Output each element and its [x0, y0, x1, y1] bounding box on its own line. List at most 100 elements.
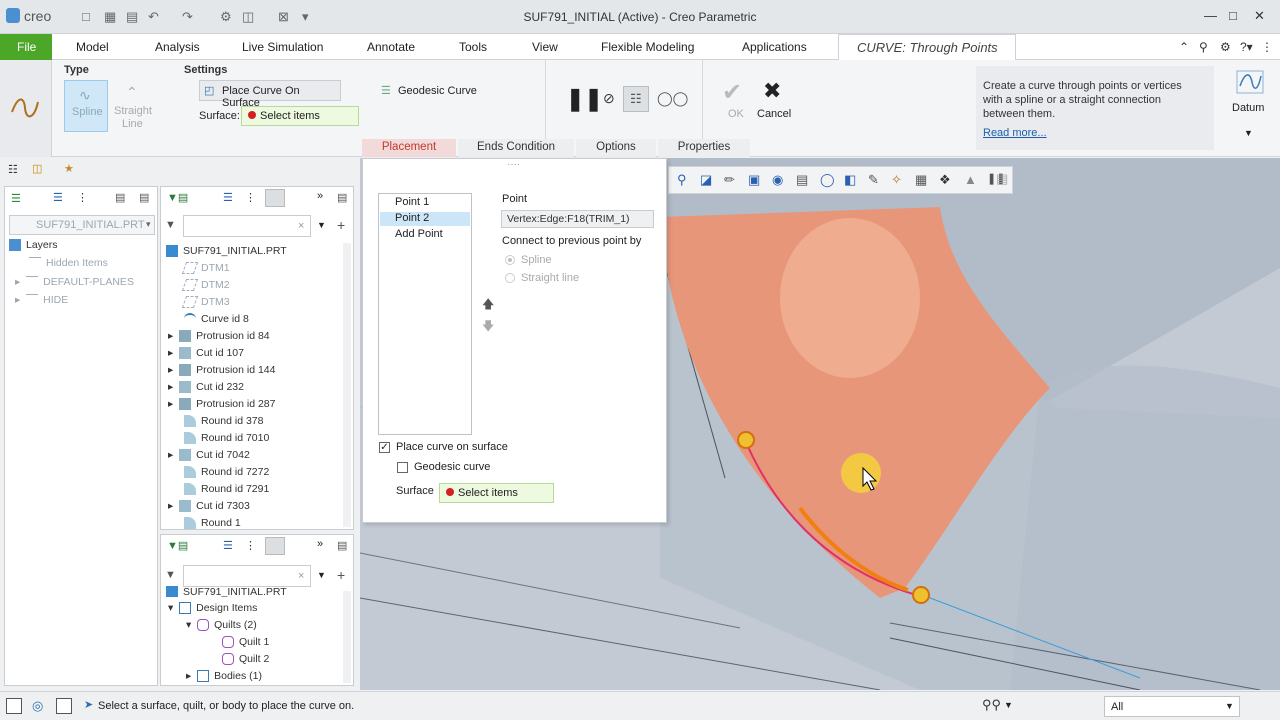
tree-item-dtm1[interactable]: DTM1 — [181, 262, 230, 275]
tab-flexible-modeling[interactable]: Flexible Modeling — [601, 40, 694, 54]
settings-icon[interactable]: ⚙ — [1220, 40, 1231, 54]
tree-filter-button[interactable] — [265, 537, 285, 555]
place-on-surface-checkbox[interactable]: ✓ Place curve on surface — [379, 441, 508, 453]
geodesic-checkbox[interactable]: Geodesic curve — [397, 461, 490, 473]
perspective-icon[interactable]: ◧ — [844, 172, 856, 188]
layer-item[interactable]: Hidden Items — [29, 257, 108, 269]
tree-root[interactable]: SUF791_INITIAL.PRT — [166, 245, 287, 258]
filter-icon[interactable]: ▼ — [165, 219, 176, 231]
favorites-tab-icon[interactable]: ★ — [64, 162, 74, 175]
maximize-icon[interactable]: □ — [1229, 8, 1237, 23]
point-1-handle[interactable] — [737, 431, 755, 449]
clear-icon[interactable]: × — [298, 220, 304, 232]
settings-icon[interactable]: ⋮ — [245, 539, 256, 552]
no-preview-icon[interactable]: ⊘ — [603, 90, 615, 107]
tree-filter-button[interactable] — [265, 189, 285, 207]
tab-curve-through-points[interactable]: CURVE: Through Points — [838, 34, 1016, 60]
search-dropdown-icon[interactable]: ▼ — [317, 220, 326, 230]
surface-collector[interactable]: Select items — [439, 483, 554, 503]
tree-item-cut[interactable]: ▸ Cut id 7042 — [168, 449, 250, 462]
section-icon[interactable]: ✎ — [868, 172, 879, 188]
filter-icon[interactable]: ▼ — [165, 569, 176, 581]
verification-preview-button[interactable]: ☷ — [623, 86, 649, 112]
show-navigator-icon[interactable] — [6, 698, 22, 714]
display-style-icon[interactable]: ◯ — [820, 172, 835, 188]
model-tree-tab-icon[interactable]: ☷ — [8, 163, 18, 176]
repaint-icon[interactable]: ▤ — [996, 171, 1008, 187]
help-icon[interactable]: ?▾ — [1240, 40, 1253, 54]
clear-icon[interactable]: × — [298, 570, 304, 582]
point-2-handle[interactable] — [912, 586, 930, 604]
browser-icon[interactable]: ◎ — [32, 698, 43, 714]
tree-item-cut[interactable]: ▸ Cut id 107 — [168, 347, 244, 360]
tree-item-protrusion[interactable]: ▸ Protrusion id 287 — [168, 398, 276, 411]
layer-properties-icon[interactable]: ▤ — [115, 191, 125, 204]
add-icon[interactable]: + — [337, 217, 345, 233]
show-icon[interactable]: ☰ — [53, 191, 63, 204]
orientation-icon[interactable]: ▣ — [748, 172, 760, 188]
geodesic-curve-button[interactable]: ☰ Geodesic Curve — [378, 82, 478, 102]
place-curve-on-surface-button[interactable]: ◰ Place Curve On Surface — [199, 80, 341, 109]
cancel-x-icon[interactable]: ✖ — [763, 78, 781, 104]
layer-item[interactable]: ▸ HIDE — [15, 294, 68, 306]
add-icon[interactable]: + — [337, 567, 345, 583]
tree-item-round[interactable]: Round 1 — [184, 517, 241, 530]
tab-live-simulation[interactable]: Live Simulation — [242, 40, 323, 54]
quilt-item[interactable]: Quilt 1 — [222, 636, 269, 649]
layer-item[interactable]: ▸ DEFAULT-PLANES — [15, 276, 134, 288]
fullscreen-icon[interactable] — [56, 698, 72, 714]
tree-item-round[interactable]: Round id 7010 — [184, 432, 269, 445]
tab-properties[interactable]: Properties — [658, 139, 750, 157]
options-icon[interactable]: ⋮ — [1261, 40, 1273, 54]
tab-model[interactable]: Model — [76, 40, 109, 54]
quilts-node[interactable]: ▾ Quilts (2) — [186, 619, 257, 632]
panel-grip-icon[interactable]: ···· — [507, 159, 520, 170]
page-icon[interactable]: ▤ — [337, 539, 347, 552]
layers-root[interactable]: Layers — [9, 239, 58, 252]
detail-search-input[interactable]: × — [183, 565, 311, 587]
tab-annotate[interactable]: Annotate — [367, 40, 415, 54]
folder-browser-tab-icon[interactable]: ◫ — [32, 162, 42, 175]
tree-item-cut[interactable]: ▸ Cut id 232 — [168, 381, 244, 394]
tab-options[interactable]: Options — [576, 139, 656, 157]
tree-scrollbar[interactable] — [343, 243, 351, 527]
expand-icon[interactable]: » — [317, 190, 323, 202]
tab-analysis[interactable]: Analysis — [155, 40, 200, 54]
search-icon[interactable]: ⚲ — [1199, 40, 1208, 54]
zoom-in-icon[interactable]: ⚲ — [677, 172, 687, 188]
show-icon[interactable]: ☰ — [223, 539, 233, 552]
tree-item-dtm2[interactable]: DTM2 — [181, 279, 230, 292]
detail-scrollbar[interactable] — [343, 591, 351, 683]
tree-item-cut[interactable]: ▸ Cut id 7303 — [168, 500, 250, 513]
pause-icon[interactable]: ❚❚ — [566, 86, 603, 112]
ok-button-label[interactable]: OK — [728, 108, 744, 120]
tree-item-dtm3[interactable]: DTM3 — [181, 296, 230, 309]
point-2-item[interactable]: Point 2 — [380, 212, 470, 226]
point-reference-field[interactable]: Vertex:Edge:F18(TRIM_1) — [501, 210, 654, 228]
tree-columns-icon[interactable]: ▼▤ — [167, 191, 188, 204]
settings-icon[interactable]: ⋮ — [245, 191, 256, 204]
tab-tools[interactable]: Tools — [459, 40, 487, 54]
bodies-node[interactable]: ▸ Bodies (1) — [186, 670, 262, 683]
spline-button[interactable]: ∿ Spline — [64, 80, 108, 132]
tree-item-round[interactable]: Round id 7291 — [184, 483, 269, 496]
file-menu-button[interactable]: File — [0, 34, 52, 60]
straight-line-radio[interactable]: Straight line — [505, 272, 579, 284]
datum-button[interactable]: Datum ▼ — [1224, 64, 1276, 144]
minimize-icon[interactable]: — — [1204, 8, 1217, 23]
close-icon[interactable]: ✕ — [1254, 8, 1265, 24]
spin-center-icon[interactable]: ❖ — [939, 172, 951, 188]
layers-icon[interactable]: ☰ — [11, 192, 21, 205]
zoom-out-icon[interactable]: ◪ — [700, 172, 712, 188]
saved-views-icon[interactable]: ◉ — [772, 172, 783, 188]
tab-applications[interactable]: Applications — [742, 40, 807, 54]
straight-line-button[interactable]: ⌃ Straight Line — [112, 80, 154, 132]
search-dropdown-icon[interactable]: ▼ — [317, 570, 326, 580]
tab-ends-condition[interactable]: Ends Condition — [458, 139, 574, 157]
tree-item-protrusion[interactable]: ▸ Protrusion id 144 — [168, 364, 276, 377]
move-up-icon[interactable]: 🡅 — [482, 295, 494, 316]
layer-info-icon[interactable]: ▤ — [139, 191, 149, 204]
quilt-item[interactable]: Quilt 2 — [222, 653, 269, 666]
active-model-dropdown[interactable]: SUF791_INITIAL.PRT ▾ — [9, 215, 155, 235]
annotation-display-icon[interactable]: ▦ — [915, 172, 927, 188]
